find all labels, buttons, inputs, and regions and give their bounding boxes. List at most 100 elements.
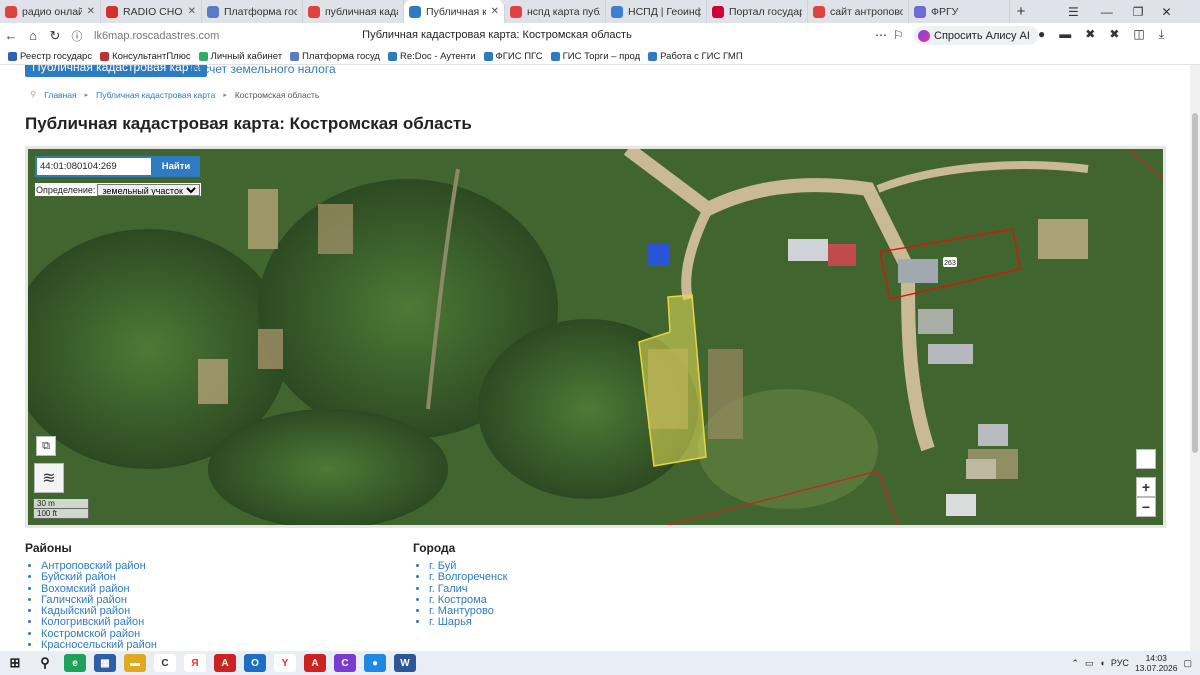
close-tab-icon[interactable]: ✕ bbox=[188, 6, 196, 17]
extensions-icon[interactable]: ◫ bbox=[1133, 27, 1144, 42]
districts-title: Районы bbox=[25, 541, 72, 555]
edge-icon[interactable]: e bbox=[64, 654, 86, 672]
district-link[interactable]: Красносельский район bbox=[41, 639, 157, 651]
browser-tab[interactable]: Платформа госуда bbox=[202, 0, 303, 23]
browser-tab[interactable]: НСПД | Геоинформ bbox=[606, 0, 707, 23]
bookmark-item[interactable]: Личный кабинет bbox=[198, 51, 282, 62]
zoom-out-button[interactable]: − bbox=[1136, 497, 1156, 517]
bookmark-label: КонсультантПлюс bbox=[112, 50, 191, 62]
tab-bar: радио онлайн — Я ✕ RADIO CHOC ✕ Платформа го… bbox=[0, 0, 1200, 23]
flag-icon[interactable]: ▬ bbox=[1059, 27, 1071, 42]
bookmark-item[interactable]: Re:Doc - Аутенти bbox=[387, 51, 476, 62]
tab-favicon-icon bbox=[308, 5, 320, 18]
taskbar: ⊞ ⚲ e ▦ ▬ C Я A O Y A C ● W ⌃ ▭ ◖ РУС 14… bbox=[0, 651, 1200, 675]
fullscreen-icon[interactable]: ⧉ bbox=[36, 436, 56, 456]
app-icon[interactable]: C bbox=[334, 654, 356, 672]
extension-icon[interactable]: ✖ bbox=[1109, 27, 1119, 42]
browser-tab[interactable]: сайт антропово — bbox=[808, 0, 909, 23]
bookmark-favicon-icon bbox=[290, 51, 300, 61]
maximize-icon[interactable]: ❐ bbox=[1133, 5, 1144, 19]
map-select-tool-button[interactable] bbox=[1136, 449, 1156, 469]
bookmark-item[interactable]: ФГИС ПГС bbox=[483, 51, 543, 62]
clock[interactable]: 14:03 13.07.2026 bbox=[1135, 653, 1178, 673]
alice-button[interactable]: Спросить Алису AI bbox=[914, 26, 1038, 45]
yandex-browser-icon[interactable]: Y bbox=[274, 654, 296, 672]
page-title-in-address: Публичная кадастровая карта: Костромская… bbox=[362, 29, 632, 41]
bookmark-item[interactable]: Реестр государс bbox=[8, 51, 92, 62]
language-indicator[interactable]: РУС bbox=[1111, 658, 1129, 668]
app-icon[interactable]: ● bbox=[364, 654, 386, 672]
tab-label: нспд карта публич bbox=[527, 5, 600, 18]
districts-list: Антроповский районБуйский районВохомский… bbox=[25, 560, 157, 651]
cadastral-number-input[interactable] bbox=[37, 158, 151, 175]
bookmark-icon[interactable]: ⚐ bbox=[893, 28, 904, 42]
scrollbar-thumb[interactable] bbox=[1192, 113, 1198, 453]
scale-imperial: 100 ft bbox=[33, 509, 89, 519]
tab-favicon-icon bbox=[5, 5, 17, 18]
bookmark-item[interactable]: КонсультантПлюс bbox=[100, 50, 191, 62]
browser-tab[interactable]: RADIO CHOC ✕ bbox=[101, 0, 202, 23]
tab-label: ФРГУ bbox=[931, 5, 959, 18]
scale-bar: 30 m 100 ft bbox=[33, 499, 89, 519]
yandex-icon[interactable]: Я bbox=[184, 654, 206, 672]
extension-icon[interactable]: ✖ bbox=[1085, 27, 1095, 42]
pdf-reader-icon[interactable]: A bbox=[304, 654, 326, 672]
notifications-icon[interactable]: ▢ bbox=[1183, 658, 1192, 669]
tab-label: НСПД | Геоинформ bbox=[628, 5, 701, 18]
city-link[interactable]: г. Волгореченск bbox=[429, 571, 507, 583]
land-tax-link[interactable]: Расчет земельного налога bbox=[189, 65, 336, 76]
browser-tab[interactable]: Публичная кадаст ✕ bbox=[404, 0, 505, 23]
network-icon[interactable]: ▭ bbox=[1085, 658, 1094, 669]
browser-tab[interactable]: нспд карта публич bbox=[505, 0, 606, 23]
clock-time: 14:03 bbox=[1145, 653, 1167, 663]
tab-favicon-icon bbox=[510, 5, 522, 18]
bookmark-item[interactable]: ГИС Торги – прод bbox=[550, 50, 641, 62]
search-icon[interactable]: ⚲ bbox=[34, 654, 56, 672]
close-window-icon[interactable]: ✕ bbox=[1162, 5, 1172, 19]
browser-tab[interactable]: радио онлайн — Я ✕ bbox=[0, 0, 101, 23]
outlook-icon[interactable]: O bbox=[244, 654, 266, 672]
page-scrollbar[interactable] bbox=[1190, 65, 1200, 651]
tabs-menu-icon[interactable]: ☰ bbox=[1068, 5, 1079, 19]
volume-icon[interactable]: ◖ bbox=[1099, 658, 1104, 668]
definition-row: Определение: земельный участок bbox=[35, 183, 202, 196]
district-link[interactable]: Буйский район bbox=[41, 571, 157, 583]
extension-icon[interactable]: ● bbox=[1038, 27, 1045, 42]
chevron-up-icon[interactable]: ⌃ bbox=[1071, 658, 1079, 669]
app-icon[interactable]: C bbox=[154, 654, 176, 672]
breadcrumb-map[interactable]: Публичная кадастровая карта bbox=[96, 90, 215, 100]
more-icon[interactable]: ⋯ bbox=[875, 28, 887, 42]
bookmark-label: Работа с ГИС ГМП bbox=[660, 50, 743, 62]
cadastral-map[interactable]: 263 Найти Определение: земельный участок… bbox=[25, 146, 1166, 528]
downloads-icon[interactable]: ⤓ bbox=[1159, 27, 1164, 42]
city-link[interactable]: г. Шарья bbox=[429, 617, 507, 629]
find-button[interactable]: Найти bbox=[154, 158, 198, 175]
bookmarks-bar: Реестр государс КонсультантПлюс Личный каб… bbox=[0, 48, 1200, 65]
file-explorer-icon[interactable]: ▬ bbox=[124, 654, 146, 672]
browser-tab[interactable]: Портал государств bbox=[707, 0, 808, 23]
browser-tab[interactable]: публичная кадаст bbox=[303, 0, 404, 23]
close-tab-icon[interactable]: ✕ bbox=[87, 6, 95, 17]
windows-start-icon[interactable]: ⊞ bbox=[4, 654, 26, 672]
system-tray: ⌃ ▭ ◖ РУС 14:03 13.07.2026 ▢ bbox=[1071, 651, 1192, 675]
store-icon[interactable]: ▦ bbox=[94, 654, 116, 672]
bookmark-item[interactable]: Платформа госуд bbox=[290, 51, 380, 62]
definition-select[interactable]: земельный участок bbox=[97, 183, 201, 196]
pdf-icon[interactable]: A bbox=[214, 654, 236, 672]
new-tab-button[interactable]: + bbox=[1010, 3, 1032, 20]
satellite-imagery: 263 bbox=[28, 149, 1163, 525]
browser-tab[interactable]: ФРГУ bbox=[909, 0, 1010, 23]
close-tab-icon[interactable]: ✕ bbox=[491, 6, 499, 17]
cadastral-map-tab[interactable]: Публичная кадастровая карта bbox=[25, 65, 208, 77]
bookmark-label: ГИС Торги – прод bbox=[562, 50, 641, 62]
word-icon[interactable]: W bbox=[394, 654, 416, 672]
tab-favicon-icon bbox=[914, 5, 926, 18]
breadcrumb: ⚲ Главная ▸ Публичная кадастровая карта … bbox=[30, 89, 319, 100]
bookmark-item[interactable]: Работа с ГИС ГМП bbox=[648, 51, 743, 62]
tab-favicon-icon bbox=[409, 5, 421, 18]
page-content: Публичная кадастровая карта Расчет земел… bbox=[0, 65, 1200, 651]
minimize-icon[interactable]: — bbox=[1101, 5, 1113, 19]
breadcrumb-home[interactable]: Главная bbox=[44, 90, 76, 100]
layers-icon[interactable]: ≋ bbox=[34, 463, 64, 493]
zoom-in-button[interactable]: + bbox=[1136, 477, 1156, 497]
